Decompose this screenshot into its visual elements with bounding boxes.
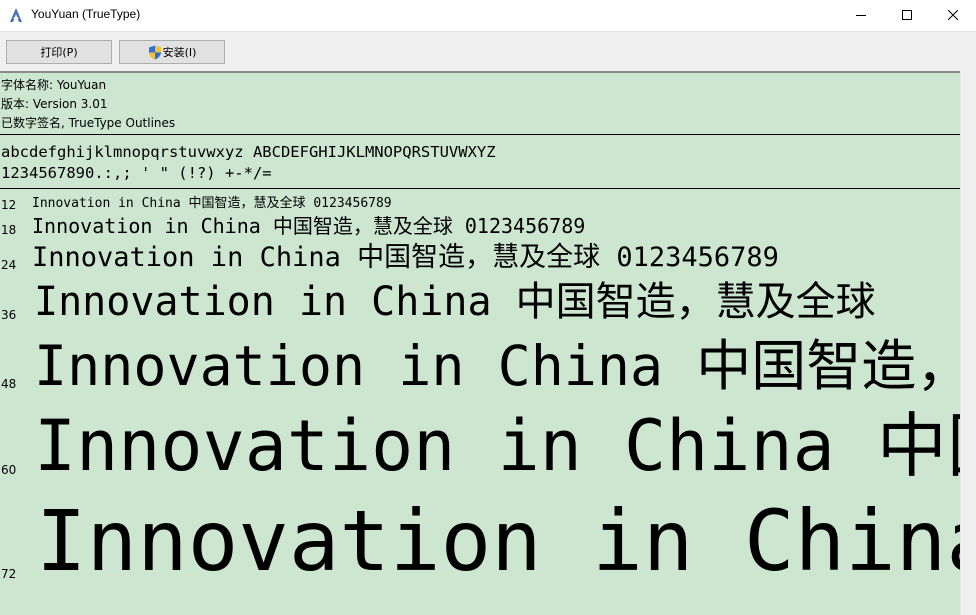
size-label: 12	[1, 198, 17, 212]
font-preview-area[interactable]: 字体名称: YouYuan 版本: Version 3.01 已数字签名, Tr…	[0, 71, 960, 615]
print-button-label: 打印(P)	[40, 46, 78, 59]
maximize-icon	[902, 10, 912, 20]
font-signature-line: 已数字签名, TrueType Outlines	[1, 116, 176, 130]
install-button[interactable]: 安装(I)	[119, 40, 225, 64]
close-button[interactable]	[930, 0, 976, 30]
sample-text: Innovation in China	[36, 492, 960, 590]
sample-text: Innovation in China 中国智造，	[34, 334, 960, 398]
install-button-label: 安装(I)	[162, 46, 197, 59]
separator-line	[0, 188, 960, 189]
size-label: 36	[1, 308, 17, 322]
title-bar[interactable]: YouYuan (TrueType)	[0, 0, 976, 31]
minimize-icon	[856, 15, 866, 16]
sample-text: Innovation in China 中国智造，慧及全球 0123456789	[32, 242, 779, 273]
font-icon	[10, 8, 22, 22]
print-button[interactable]: 打印(P)	[6, 40, 112, 64]
sample-text: Innovation in China 中国	[34, 405, 960, 487]
charset-letters: abcdefghijklmnopqrstuvwxyz ABCDEFGHIJKLM…	[1, 143, 496, 161]
close-icon	[948, 10, 958, 20]
sample-text: Innovation in China 中国智造，慧及全球 0123456789	[32, 196, 392, 211]
size-label: 48	[1, 377, 17, 391]
toolbar: 打印(P) 安装(I)	[0, 31, 976, 71]
size-label: 24	[1, 258, 17, 272]
font-name-line: 字体名称: YouYuan	[1, 78, 107, 92]
window-title: YouYuan (TrueType)	[31, 7, 141, 21]
size-label: 60	[1, 463, 17, 477]
sample-text: Innovation in China 中国智造，慧及全球	[34, 279, 876, 325]
charset-digits-symbols: 1234567890.:,; ' " (!?) +-*/=	[1, 164, 272, 182]
size-label: 18	[1, 223, 17, 237]
sample-text: Innovation in China 中国智造，慧及全球 0123456789	[32, 214, 586, 238]
font-version-line: 版本: Version 3.01	[1, 97, 108, 111]
separator-line	[0, 134, 960, 135]
shield-icon	[148, 45, 161, 59]
vertical-scrollbar[interactable]	[960, 71, 976, 615]
minimize-button[interactable]	[838, 0, 884, 30]
size-label: 72	[1, 567, 17, 581]
maximize-button[interactable]	[884, 0, 930, 30]
